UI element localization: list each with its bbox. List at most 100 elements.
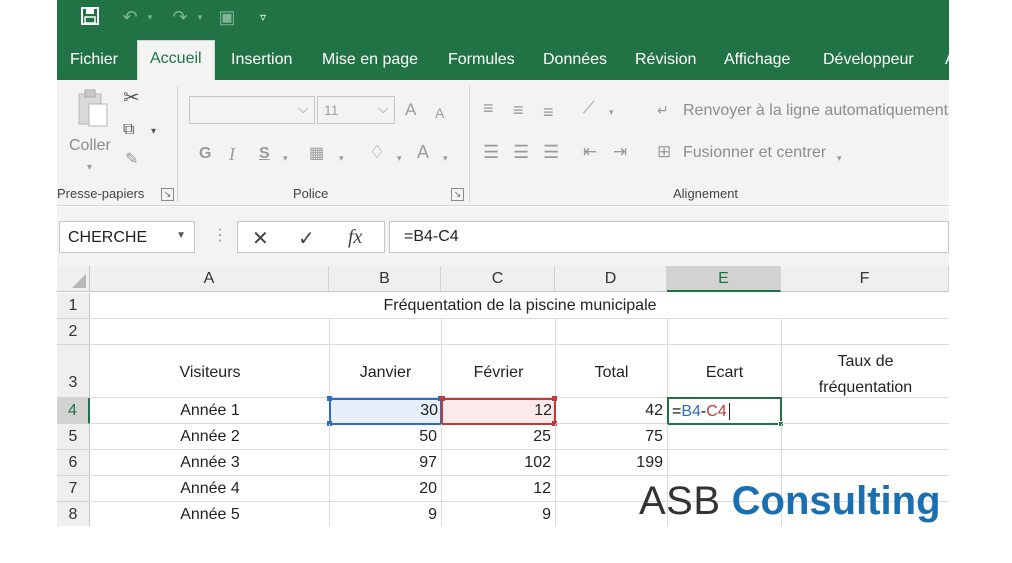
tab-fichier[interactable]: Fichier <box>58 45 130 80</box>
header-taux[interactable]: Taux de fréquentation <box>782 345 949 398</box>
align-center-icon[interactable]: ☰ <box>513 142 529 162</box>
row-header-7[interactable]: 7 <box>57 476 90 502</box>
cell-e5[interactable] <box>668 424 782 450</box>
grow-font-icon[interactable]: A <box>405 100 416 120</box>
header-ecart[interactable]: Ecart <box>668 345 782 398</box>
column-header-c[interactable]: C <box>441 266 555 292</box>
tab-mise-en-page[interactable]: Mise en page <box>310 45 430 80</box>
cell-b6[interactable]: 97 <box>330 450 442 476</box>
redo-dropdown-icon[interactable]: ▾ <box>195 6 205 28</box>
header-fevrier[interactable]: Février <box>442 345 556 398</box>
wrap-text-button[interactable]: Renvoyer à la ligne automatiquement <box>683 102 948 120</box>
confirm-entry-icon[interactable]: ✓ <box>298 226 315 251</box>
row-header-5[interactable]: 5 <box>57 424 90 450</box>
align-right-icon[interactable]: ☰ <box>543 142 559 162</box>
align-bottom-icon[interactable]: ≡ <box>543 102 554 122</box>
font-size-combo[interactable]: 11 ⌵ <box>317 96 395 124</box>
merge-center-button[interactable]: Fusionner et centrer <box>683 144 826 162</box>
font-color-icon[interactable]: A <box>417 142 429 162</box>
align-left-icon[interactable]: ☰ <box>483 142 499 162</box>
tab-insertion[interactable]: Insertion <box>219 45 304 80</box>
cell-d2[interactable] <box>556 319 668 345</box>
italic-button[interactable]: I <box>229 144 235 164</box>
paste-dropdown-icon[interactable]: ▾ <box>87 158 92 178</box>
tab-formules[interactable]: Formules <box>436 45 527 80</box>
redo-icon[interactable]: ↷ <box>167 6 193 28</box>
row-header-6[interactable]: 6 <box>57 450 90 476</box>
align-top-icon[interactable]: ≡ <box>483 98 494 118</box>
header-visiteurs[interactable]: Visiteurs <box>91 345 330 398</box>
borders-dropdown-icon[interactable]: ▾ <box>339 148 344 168</box>
cell-c7[interactable]: 12 <box>442 476 556 502</box>
tab-developpeur[interactable]: Développeur <box>811 45 926 80</box>
font-launcher-icon[interactable]: ↘ <box>451 188 464 201</box>
copy-icon[interactable]: ⧉ <box>123 120 134 140</box>
cell-f4[interactable] <box>782 398 949 424</box>
fill-color-icon[interactable]: ♢ <box>369 142 385 162</box>
formula-bar-grip-icon[interactable]: ⋮ <box>212 225 228 245</box>
cell-e6[interactable] <box>668 450 782 476</box>
tab-accueil[interactable]: Accueil <box>137 40 215 80</box>
cell-e4-editor[interactable]: =B4-C4 <box>672 402 730 422</box>
form-icon[interactable]: ▣ <box>215 6 239 28</box>
cell-f6[interactable] <box>782 450 949 476</box>
cell-b2[interactable] <box>330 319 442 345</box>
cell-c4[interactable]: 12 <box>442 398 556 424</box>
orientation-icon[interactable]: ⟋ <box>583 98 595 118</box>
copy-dropdown-icon[interactable]: ▾ <box>151 122 156 142</box>
bold-button[interactable]: G <box>199 144 211 164</box>
name-box[interactable]: CHERCHE ▼ <box>59 221 195 253</box>
cell-c6[interactable]: 102 <box>442 450 556 476</box>
increase-indent-icon[interactable]: ⇥ <box>613 142 627 162</box>
select-all-corner[interactable] <box>57 266 90 292</box>
undo-dropdown-icon[interactable]: ▾ <box>145 6 155 28</box>
row-header-8[interactable]: 8 <box>57 502 90 526</box>
cell-c2[interactable] <box>442 319 556 345</box>
cell-b7[interactable]: 20 <box>330 476 442 502</box>
resize-handle[interactable] <box>440 396 445 401</box>
column-header-d[interactable]: D <box>555 266 667 292</box>
cell-a2[interactable] <box>91 319 330 345</box>
tab-affichage[interactable]: Affichage <box>712 45 802 80</box>
sheet-title-cell[interactable]: Fréquentation de la piscine municipale <box>91 293 949 319</box>
tab-revision[interactable]: Révision <box>623 45 708 80</box>
row-header-3[interactable]: 3 <box>57 345 90 398</box>
insert-function-icon[interactable]: fx <box>348 226 362 249</box>
customize-toolbar-icon[interactable]: ▿ <box>255 6 271 28</box>
row-header-2[interactable]: 2 <box>57 319 90 345</box>
clipboard-launcher-icon[interactable]: ↘ <box>161 188 174 201</box>
column-header-a[interactable]: A <box>90 266 329 292</box>
row-header-4[interactable]: 4 <box>57 398 90 424</box>
format-painter-icon[interactable]: ✎ <box>125 150 138 170</box>
wrap-text-icon[interactable]: ↵ <box>657 100 669 120</box>
fill-color-dropdown-icon[interactable]: ▾ <box>397 148 402 168</box>
cell-a5[interactable]: Année 2 <box>91 424 330 450</box>
cell-d5[interactable]: 75 <box>556 424 668 450</box>
font-color-dropdown-icon[interactable]: ▾ <box>443 148 448 168</box>
font-name-combo[interactable]: ⌵ <box>189 96 315 124</box>
cell-a8[interactable]: Année 5 <box>91 502 330 526</box>
cell-a4[interactable]: Année 1 <box>91 398 330 424</box>
save-icon[interactable] <box>79 6 101 28</box>
name-box-dropdown-icon[interactable]: ▼ <box>176 230 186 241</box>
cell-f5[interactable] <box>782 424 949 450</box>
column-header-f[interactable]: F <box>781 266 949 292</box>
cell-c5[interactable]: 25 <box>442 424 556 450</box>
formula-input[interactable]: =B4-C4 <box>389 221 949 253</box>
header-total[interactable]: Total <box>556 345 668 398</box>
undo-icon[interactable]: ↶ <box>117 6 143 28</box>
tab-donnees[interactable]: Données <box>531 45 619 80</box>
paste-icon[interactable] <box>75 88 109 138</box>
merge-dropdown-icon[interactable]: ▾ <box>837 148 842 168</box>
underline-button[interactable]: S <box>259 144 270 164</box>
column-header-e[interactable]: E <box>667 266 781 292</box>
header-janvier[interactable]: Janvier <box>330 345 442 398</box>
paste-label[interactable]: Coller <box>69 136 111 156</box>
orientation-dropdown-icon[interactable]: ▾ <box>609 102 614 122</box>
tab-more[interactable]: A <box>933 45 949 80</box>
active-cell-e4[interactable]: =B4-C4 <box>667 397 784 427</box>
cut-icon[interactable]: ✂ <box>123 88 140 108</box>
row-header-1[interactable]: 1 <box>57 293 90 319</box>
merge-center-icon[interactable]: ⊞ <box>657 142 671 162</box>
cell-d6[interactable]: 199 <box>556 450 668 476</box>
